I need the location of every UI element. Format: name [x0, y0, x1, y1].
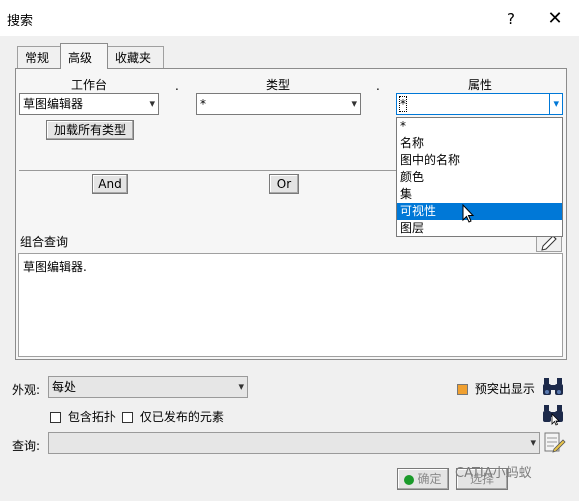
search-dialog: 搜索 ? ✕ 常规 高级 收藏夹 工作台 . 类型 . 属性 草图编辑器 ▾ *… — [0, 0, 579, 501]
search-button[interactable] — [541, 374, 565, 398]
query-select[interactable]: ▾ — [48, 432, 540, 454]
workbench-header: 工作台 — [70, 78, 107, 92]
attribute-header: 属性 — [467, 78, 492, 92]
chevron-down-icon: ▾ — [351, 97, 357, 110]
published-only-label: 仅已发布的元素 — [139, 410, 224, 424]
attribute-dropdown-list: * 名称 图中的名称 颜色 集 可视性 图层 — [396, 117, 563, 237]
published-only-option[interactable]: 仅已发布的元素 — [122, 408, 224, 425]
window-title: 搜索 — [7, 14, 34, 29]
attribute-select-value: * — [399, 96, 407, 112]
published-only-checkbox[interactable] — [122, 412, 133, 423]
type-header: 类型 — [265, 78, 290, 92]
attribute-option[interactable]: 图层 — [397, 220, 562, 237]
highlight-label: 预突出显示 — [474, 382, 535, 396]
help-button[interactable]: ? — [496, 6, 526, 32]
attribute-option[interactable]: 颜色 — [397, 169, 562, 186]
watermark: CATIA小蚂蚁 — [455, 466, 532, 481]
attribute-option[interactable]: 集 — [397, 186, 562, 203]
attribute-select[interactable]: * ▾ — [396, 93, 563, 115]
chevron-down-icon: ▾ — [238, 380, 244, 393]
composite-query-text[interactable]: 草图编辑器. — [18, 253, 563, 357]
composite-query-value: 草图编辑器. — [23, 260, 87, 274]
workbench-select[interactable]: 草图编辑器 ▾ — [19, 93, 159, 115]
ok-label: 确定 — [417, 472, 442, 486]
highlight-checkbox[interactable] — [457, 384, 468, 395]
appearance-label: 外观: — [12, 383, 41, 397]
binoculars-cursor-icon — [543, 405, 563, 426]
load-all-types-button[interactable]: 加载所有类型 — [46, 120, 134, 140]
and-button[interactable]: And — [92, 174, 128, 194]
include-topology-option[interactable]: 包含拓扑 — [50, 408, 116, 425]
type-select[interactable]: * ▾ — [196, 93, 361, 115]
title-bar: 搜索 ? ✕ — [0, 0, 579, 36]
attribute-option-selected[interactable]: 可视性 — [397, 203, 562, 220]
close-button[interactable]: ✕ — [540, 6, 570, 32]
tab-common[interactable]: 常规 — [17, 46, 61, 68]
ok-icon — [404, 474, 415, 485]
mouse-pointer-icon — [462, 204, 475, 223]
type-select-value: * — [200, 97, 206, 111]
tab-favorites[interactable]: 收藏夹 — [107, 46, 164, 68]
highlight-option[interactable]: 预突出显示 — [457, 380, 535, 397]
or-button[interactable]: Or — [269, 174, 299, 194]
notebook-pencil-icon — [544, 432, 566, 453]
separator-dot: . — [376, 79, 380, 93]
attribute-option[interactable]: * — [397, 118, 562, 135]
appearance-select-value: 每处 — [52, 380, 77, 394]
workbench-select-value: 草图编辑器 — [23, 97, 84, 111]
attribute-option[interactable]: 名称 — [397, 135, 562, 152]
include-topology-checkbox[interactable] — [50, 412, 61, 423]
attribute-option[interactable]: 图中的名称 — [397, 152, 562, 169]
composite-query-label: 组合查询 — [20, 235, 69, 249]
separator-dot: . — [175, 79, 179, 93]
tab-advanced[interactable]: 高级 — [60, 43, 108, 69]
appearance-select[interactable]: 每处 ▾ — [48, 376, 248, 398]
chevron-down-icon: ▾ — [530, 436, 536, 449]
search-select-button[interactable] — [541, 402, 565, 426]
include-topology-label: 包含拓扑 — [67, 410, 116, 424]
chevron-down-icon: ▾ — [149, 97, 155, 110]
query-edit-button[interactable] — [542, 430, 566, 454]
query-label: 查询: — [12, 439, 41, 453]
ok-button[interactable]: 确定 — [397, 468, 449, 490]
binoculars-icon — [543, 378, 563, 395]
chevron-down-icon: ▾ — [549, 94, 559, 114]
